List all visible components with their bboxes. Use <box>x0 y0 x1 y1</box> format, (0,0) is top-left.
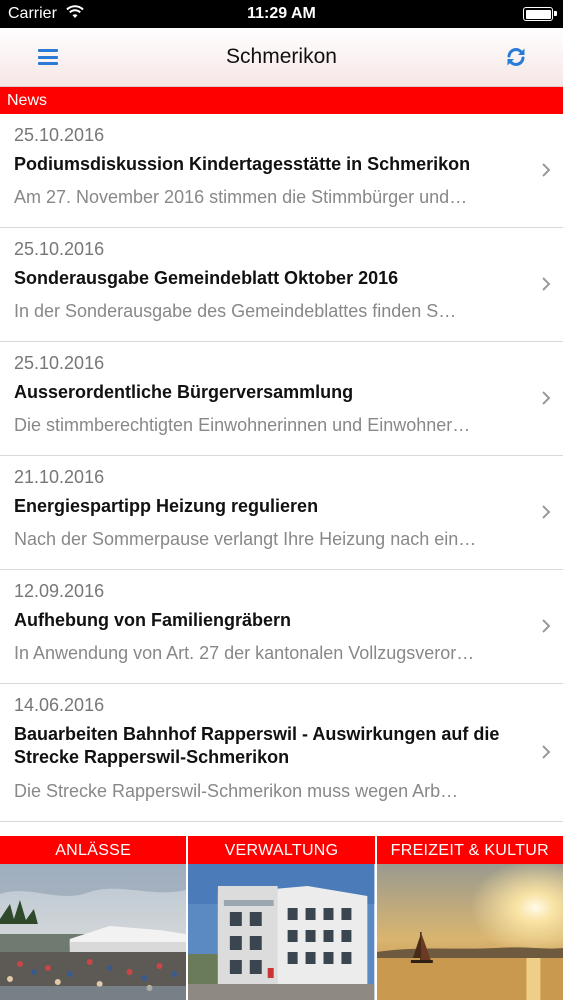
category-tiles: ANLÄSSE VERWALTUNG FREIZEIT & KULTUR <box>0 836 563 1000</box>
chevron-right-icon <box>542 163 551 177</box>
chevron-right-icon <box>542 505 551 519</box>
news-section-header: News <box>0 87 563 114</box>
news-item[interactable]: 25.10.2016 Ausserordentliche Bürgerversa… <box>0 342 563 456</box>
news-date: 21.10.2016 <box>14 467 105 487</box>
news-teaser: Die Strecke Rapperswil-Schmerikon muss w… <box>14 781 459 801</box>
news-item[interactable]: 25.10.2016 Podiumsdiskussion Kindertages… <box>0 114 563 228</box>
news-title: Podiumsdiskussion Kindertagesstätte in S… <box>14 154 471 174</box>
navigation-bar: Schmerikon <box>0 28 563 87</box>
town-hall-building-photo <box>188 864 375 1000</box>
news-date: 25.10.2016 <box>14 239 105 259</box>
news-date: 12.09.2016 <box>14 581 105 601</box>
chevron-right-icon <box>542 745 551 759</box>
news-teaser: Am 27. November 2016 stimmen die Stimmbü… <box>14 187 468 207</box>
tile-label: ANLÄSSE <box>0 836 187 864</box>
news-teaser: In der Sonderausgabe des Gemeindeblattes… <box>14 301 457 321</box>
battery-icon <box>523 7 557 21</box>
refresh-icon[interactable] <box>505 46 527 68</box>
news-date: 25.10.2016 <box>14 353 105 373</box>
sunset-sailboat-photo <box>376 864 563 1000</box>
tile-label: VERWALTUNG <box>188 836 375 864</box>
news-teaser: Die stimmberechtigten Einwohnerinnen und… <box>14 415 471 435</box>
news-item[interactable]: 14.06.2016 Bauarbeiten Bahnhof Rapperswi… <box>0 684 563 822</box>
news-item[interactable]: 12.09.2016 Aufhebung von Familiengräbern… <box>0 570 563 684</box>
festival-crowd-photo <box>0 864 187 1000</box>
news-date: 25.10.2016 <box>14 125 105 145</box>
chevron-right-icon <box>542 391 551 405</box>
news-item[interactable]: 21.10.2016 Energiespartipp Heizung regul… <box>0 456 563 570</box>
news-item[interactable]: 25.10.2016 Sonderausgabe Gemeindeblatt O… <box>0 228 563 342</box>
news-title: Bauarbeiten Bahnhof Rapperswil - Auswirk… <box>14 724 500 767</box>
tile-freizeit-kultur[interactable]: FREIZEIT & KULTUR <box>376 836 563 1000</box>
chevron-right-icon <box>542 277 551 291</box>
status-bar: Carrier 11:29 AM <box>0 0 563 28</box>
news-title: Energiespartipp Heizung regulieren <box>14 496 319 516</box>
tile-anlaesse[interactable]: ANLÄSSE <box>0 836 187 1000</box>
news-list: 25.10.2016 Podiumsdiskussion Kindertages… <box>0 114 563 822</box>
tile-verwaltung[interactable]: VERWALTUNG <box>188 836 375 1000</box>
news-teaser: In Anwendung von Art. 27 der kantonalen … <box>14 643 475 663</box>
clock: 11:29 AM <box>247 5 316 22</box>
news-date: 14.06.2016 <box>14 695 105 715</box>
news-title: Aufhebung von Familiengräbern <box>14 610 292 630</box>
news-title: Ausserordentliche Bürgerversammlung <box>14 382 354 402</box>
chevron-right-icon <box>542 619 551 633</box>
news-teaser: Nach der Sommerpause verlangt Ihre Heizu… <box>14 529 477 549</box>
page-title: Schmerikon <box>226 45 337 68</box>
news-title: Sonderausgabe Gemeindeblatt Oktober 2016 <box>14 268 399 288</box>
tile-label: FREIZEIT & KULTUR <box>376 836 563 864</box>
